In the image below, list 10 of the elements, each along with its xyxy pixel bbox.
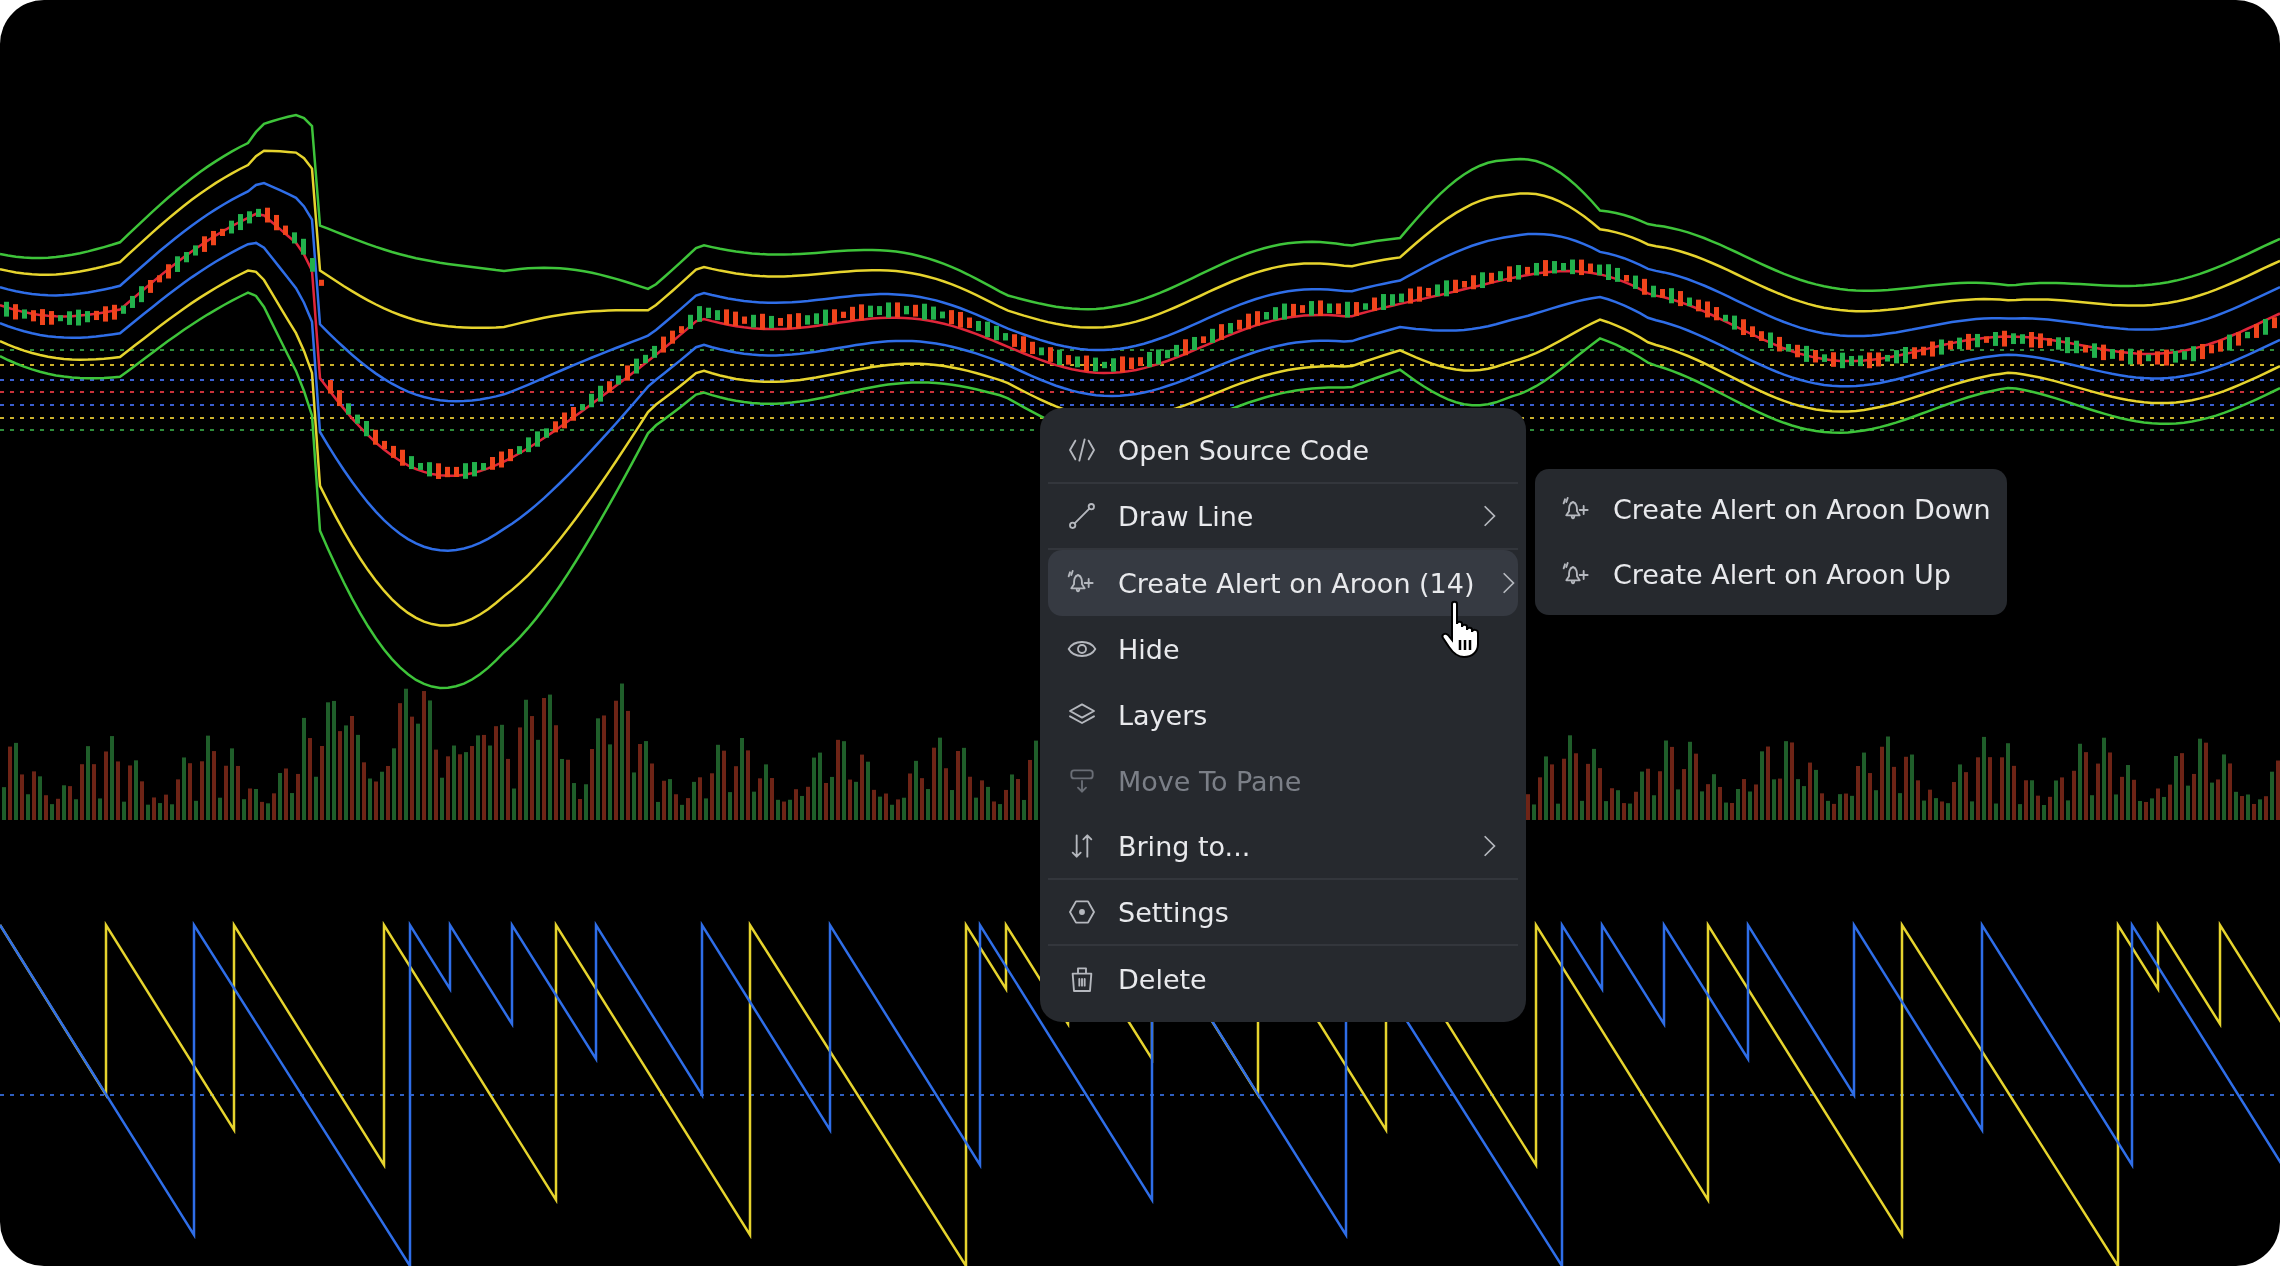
menu-item[interactable]: Create Alert on Aroon Down (1543, 477, 1999, 542)
menu-item[interactable]: Layers (1048, 682, 1518, 748)
line-tool-icon (1066, 500, 1098, 532)
menu-item[interactable]: Open Source Code (1048, 418, 1518, 484)
menu-item[interactable]: Create Alert on Aroon (14) (1048, 550, 1518, 616)
menu-item[interactable]: Settings (1048, 880, 1518, 946)
menu-item[interactable]: Hide (1048, 616, 1518, 682)
menu-item[interactable]: Delete (1048, 946, 1518, 1012)
menu-item[interactable]: Create Alert on Aroon Up (1543, 542, 1999, 607)
menu-item[interactable]: Bring to... (1048, 814, 1518, 880)
